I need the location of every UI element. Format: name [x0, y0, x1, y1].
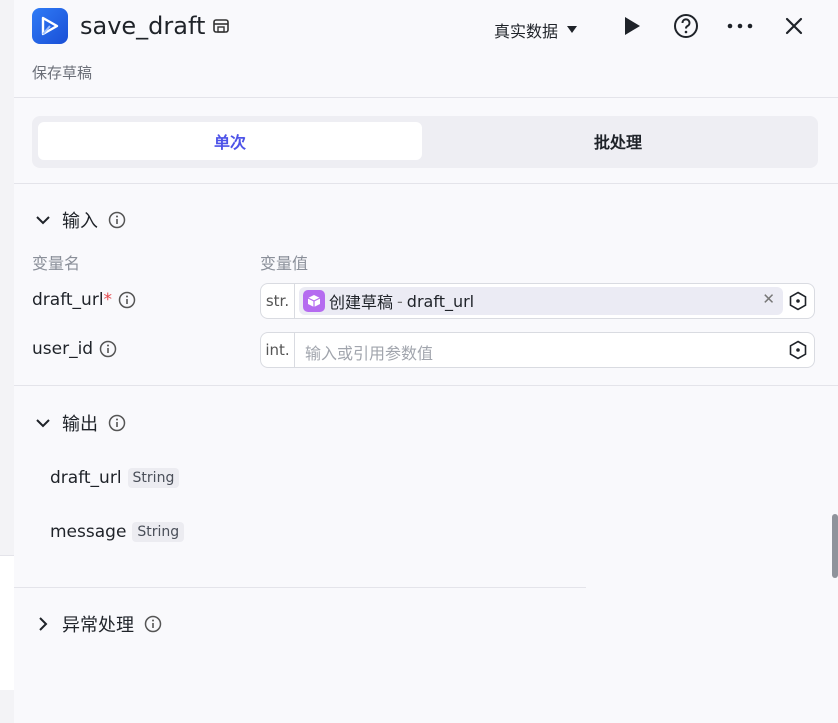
info-icon[interactable] — [118, 291, 136, 309]
output-item-message: message String — [50, 522, 185, 542]
play-icon — [625, 17, 640, 35]
clear-icon[interactable]: ✕ — [762, 290, 775, 308]
param-name-draft-url: draft_url * — [32, 290, 136, 310]
scrollbar-thumb[interactable] — [832, 514, 838, 578]
run-mode-tabs: 单次 批处理 — [32, 116, 818, 168]
divider — [14, 385, 838, 386]
more-button[interactable] — [726, 12, 754, 40]
help-icon — [674, 14, 698, 38]
param-value-user-id[interactable]: int. 输入或引用参数值 — [260, 332, 815, 368]
exception-section-title: 异常处理 — [62, 615, 134, 636]
background-panel-edge — [0, 555, 14, 690]
output-item-draft-url: draft_url String — [50, 468, 180, 488]
variable-ref-icon[interactable] — [788, 340, 808, 360]
required-mark: * — [103, 290, 113, 310]
type-tag: int. — [261, 333, 295, 367]
type-tag: str. — [261, 284, 295, 318]
info-icon[interactable] — [144, 615, 162, 633]
divider — [14, 587, 586, 588]
chevron-down-icon — [36, 216, 50, 225]
param-value-draft-url[interactable]: str. 创建草稿 - draft_url ✕ — [260, 283, 815, 319]
value-input-placeholder[interactable]: 输入或引用参数值 — [305, 340, 433, 364]
chevron-down-icon — [36, 419, 50, 428]
close-button[interactable] — [780, 12, 808, 40]
plugin-icon — [32, 8, 68, 44]
divider — [14, 183, 838, 184]
output-section-title: 输出 — [62, 414, 98, 435]
cube-icon — [303, 290, 325, 312]
more-icon — [727, 23, 753, 29]
data-mode-dropdown[interactable]: 真实数据 — [494, 18, 578, 42]
panel-header: save_draft 保存草稿 真实数据 — [14, 0, 838, 98]
help-button[interactable] — [672, 12, 700, 40]
param-name-user-id: user_id — [32, 339, 117, 359]
tab-batch[interactable]: 批处理 — [426, 122, 810, 160]
reference-chip[interactable]: 创建草稿 - draft_url ✕ — [299, 287, 783, 315]
ref-field-name: draft_url — [406, 291, 475, 311]
type-badge: String — [132, 522, 185, 542]
output-name: draft_url — [50, 468, 122, 488]
node-description: 保存草稿 — [32, 64, 93, 82]
info-icon[interactable] — [108, 414, 126, 432]
column-header-value: 变量值 — [260, 254, 309, 273]
node-title[interactable]: save_draft — [80, 12, 205, 40]
param-label: draft_url — [32, 290, 104, 310]
caret-down-icon — [567, 26, 578, 33]
variable-ref-icon[interactable] — [788, 291, 808, 311]
node-config-panel: save_draft 保存草稿 真实数据 单次 批处理 输入 变量名 变量值 d… — [14, 0, 838, 723]
input-section-title: 输入 — [62, 211, 98, 232]
column-header-name: 变量名 — [32, 254, 81, 273]
store-icon[interactable] — [212, 17, 230, 35]
info-icon[interactable] — [99, 340, 117, 358]
param-label: user_id — [32, 339, 94, 359]
input-section-header[interactable]: 输入 — [34, 207, 126, 233]
chevron-right-icon — [39, 617, 48, 631]
tab-single[interactable]: 单次 — [38, 122, 422, 160]
data-mode-label: 真实数据 — [494, 22, 559, 41]
ref-separator: - — [397, 291, 403, 311]
ref-node-name: 创建草稿 — [329, 293, 394, 312]
info-icon[interactable] — [108, 211, 126, 229]
close-icon — [785, 17, 803, 35]
run-button[interactable] — [618, 12, 646, 40]
output-section-header[interactable]: 输出 — [34, 410, 126, 436]
output-name: message — [50, 522, 127, 542]
exception-section-header[interactable]: 异常处理 — [34, 611, 162, 637]
type-badge: String — [127, 468, 180, 488]
